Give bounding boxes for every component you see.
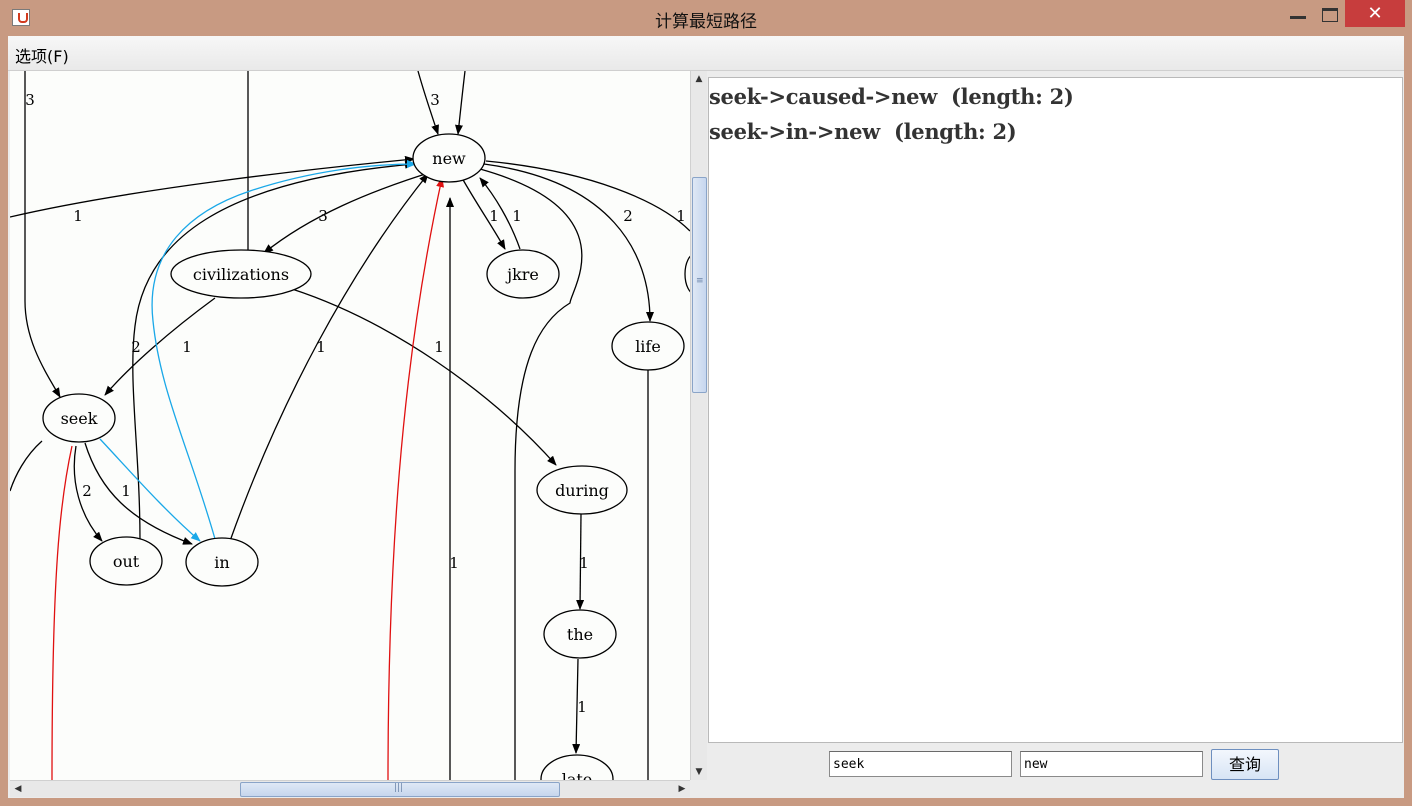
menu-bar: 选项(F) [8, 36, 1404, 71]
query-button[interactable]: 查询 [1211, 749, 1279, 780]
title-bar[interactable]: 计算最短路径 ✕ [0, 0, 1412, 36]
scroll-right-icon[interactable]: ▶ [674, 781, 690, 797]
edge-label: 1 [489, 207, 499, 225]
maximize-icon[interactable] [1318, 0, 1342, 26]
edge-new-life [483, 163, 654, 322]
edge-label: 1 [676, 207, 686, 225]
scroll-left-icon[interactable]: ◀ [10, 781, 26, 797]
node-label-life: life [635, 337, 661, 356]
close-button[interactable]: ✕ [1345, 0, 1405, 27]
edge-out-new [132, 160, 415, 542]
edge-highlight-red-new [387, 177, 444, 780]
edge-civ-seek [104, 297, 216, 396]
edge-label: 1 [316, 338, 326, 356]
end-word-input[interactable] [1020, 751, 1203, 777]
node-label-the: the [567, 625, 593, 644]
result-line-1: seek->caused->new (length: 2) [709, 84, 1074, 109]
graph-horizontal-scrollbar[interactable]: ◀ ||| ▶ [10, 780, 690, 797]
node-label-during: during [555, 481, 609, 500]
edge-topleft-seek [24, 71, 61, 398]
edge-top-new-b [455, 71, 466, 135]
minimize-icon[interactable] [1286, 0, 1310, 26]
menu-options[interactable]: 选项(F) [15, 43, 69, 67]
node-label-jkre: jkre [505, 265, 539, 284]
close-icon: ✕ [1367, 3, 1383, 24]
edge-highlight-blue-seek-in [99, 438, 201, 542]
result-line-2: seek->in->new (length: 2) [709, 119, 1017, 144]
scroll-up-icon[interactable]: ▲ [691, 71, 707, 87]
edge-label: 1 [449, 554, 459, 572]
edge-label: 1 [182, 338, 192, 356]
edge-label: 2 [623, 207, 633, 225]
horizontal-scroll-thumb[interactable]: ||| [240, 782, 560, 797]
window-title: 计算最短路径 [655, 12, 757, 32]
edge-label: 1 [577, 698, 587, 716]
edge-new-civ [263, 170, 436, 254]
node-label-civilizations: civilizations [193, 265, 289, 284]
edge-label: 2 [131, 338, 141, 356]
edge-highlight-red-seek [51, 445, 73, 780]
graph-svg: new civilizations jkre life seek during … [10, 71, 690, 780]
graph-vertical-scrollbar[interactable]: ▲ ≡ ▼ [690, 71, 707, 780]
edge-label: 3 [430, 91, 440, 109]
result-panel[interactable]: seek->caused->new (length: 2) seek->in->… [708, 77, 1403, 743]
scroll-corner [690, 780, 706, 796]
edge-label: 1 [579, 554, 589, 572]
start-word-input[interactable] [829, 751, 1012, 777]
graph-canvas[interactable]: new civilizations jkre life seek during … [10, 71, 690, 780]
edge-label: 1 [512, 207, 522, 225]
edge-label: 3 [318, 207, 328, 225]
edge-label: 1 [434, 338, 444, 356]
node-label-out: out [113, 552, 140, 571]
edge-label: 1 [121, 482, 131, 500]
edge-seek-leftout [10, 440, 43, 492]
node-label-in: in [214, 553, 229, 572]
node-label-seek: seek [61, 409, 98, 428]
window-client: 选项(F) new civilizations jkre life seek d… [8, 36, 1404, 798]
scroll-down-icon[interactable]: ▼ [691, 764, 707, 780]
edge-label: 2 [82, 482, 92, 500]
vertical-scroll-thumb[interactable]: ≡ [692, 177, 707, 393]
edge-label: 1 [73, 207, 83, 225]
node-label-late: late [562, 770, 593, 780]
edge-label: 3 [25, 91, 35, 109]
node-label-new: new [432, 149, 466, 168]
